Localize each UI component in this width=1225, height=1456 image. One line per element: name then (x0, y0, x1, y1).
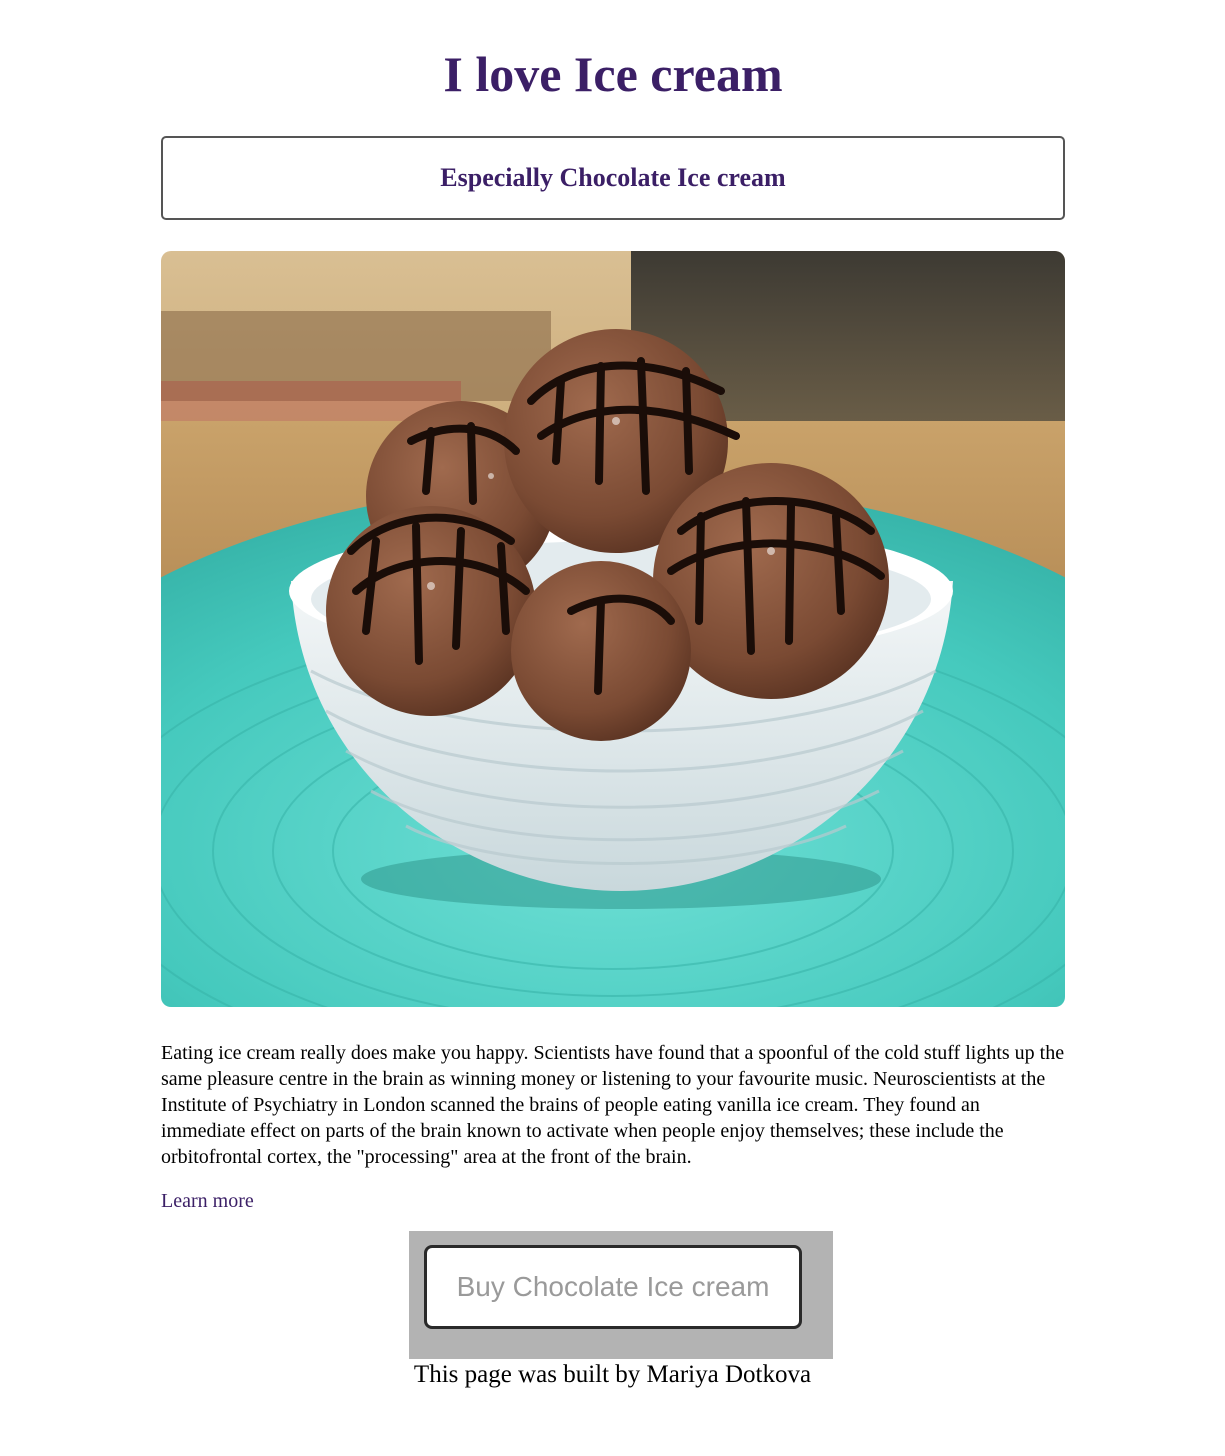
learn-more-link[interactable]: Learn more (161, 1188, 254, 1214)
page-title: I love Ice cream (443, 46, 783, 102)
subtitle-box: Especially Chocolate Ice cream (161, 136, 1065, 220)
buy-button-container: Buy Chocolate Ice cream (409, 1231, 833, 1359)
page-subtitle: Especially Chocolate Ice cream (440, 163, 786, 192)
description-paragraph: Eating ice cream really does make you ha… (161, 1042, 1065, 1168)
ice-cream-photo (161, 251, 1065, 1007)
footer-credit: This page was built by Mariya Dotkova (413, 1361, 812, 1388)
buy-chocolate-ice-cream-button[interactable]: Buy Chocolate Ice cream (424, 1245, 802, 1329)
